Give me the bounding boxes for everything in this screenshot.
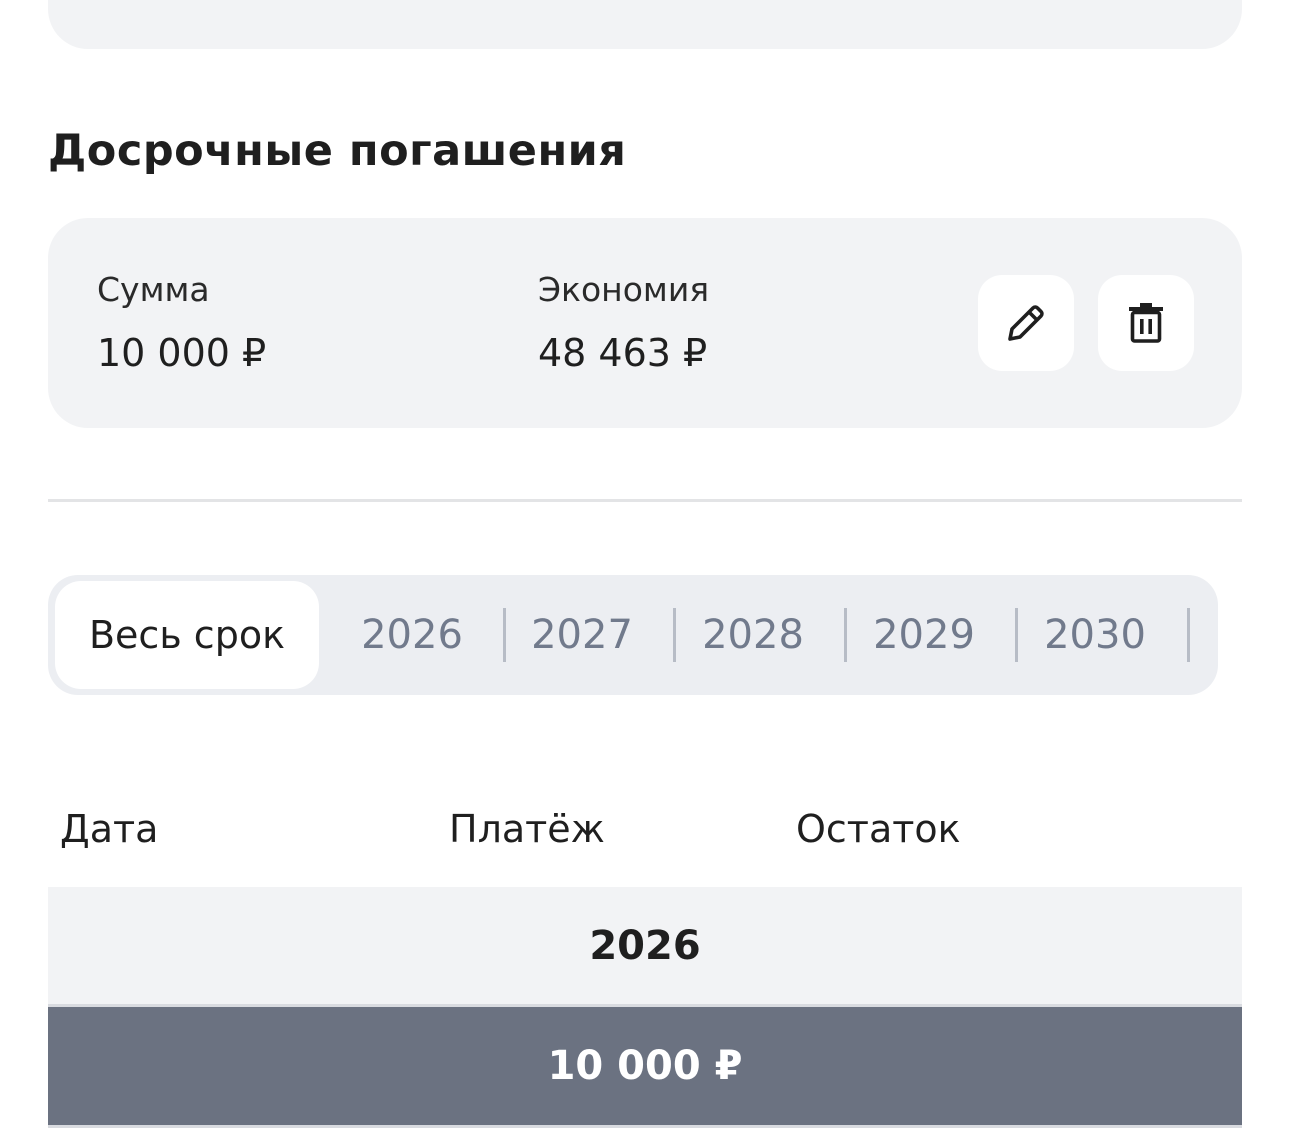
section-divider bbox=[48, 499, 1242, 502]
early-repayment-card: Сумма 10 000 ₽ Экономия 48 463 ₽ bbox=[48, 218, 1242, 428]
savings-label: Экономия bbox=[538, 270, 710, 309]
edit-button[interactable] bbox=[978, 275, 1074, 371]
tab-2026[interactable]: 2026 bbox=[327, 575, 497, 695]
row-divider bbox=[48, 1125, 1242, 1128]
tab-separator bbox=[1187, 608, 1190, 662]
column-header-payment: Платёж bbox=[449, 807, 605, 851]
savings-value: 48 463 ₽ bbox=[538, 331, 708, 375]
previous-card bbox=[48, 0, 1242, 49]
pencil-icon bbox=[1008, 305, 1044, 341]
tab-whole-term[interactable]: Весь срок bbox=[55, 581, 319, 689]
trash-icon bbox=[1129, 303, 1163, 343]
sum-label: Сумма bbox=[97, 270, 210, 309]
year-group-row: 2026 bbox=[48, 887, 1242, 1004]
tab-2029[interactable]: 2029 bbox=[839, 575, 1009, 695]
early-repayment-amount: 10 000 ₽ bbox=[547, 1043, 743, 1089]
tab-2027[interactable]: 2027 bbox=[497, 575, 667, 695]
tab-2028[interactable]: 2028 bbox=[668, 575, 838, 695]
column-header-date: Дата bbox=[60, 807, 159, 851]
tab-2030[interactable]: 2030 bbox=[1010, 575, 1180, 695]
column-header-balance: Остаток bbox=[796, 807, 961, 851]
early-repayment-row: 10 000 ₽ bbox=[48, 1007, 1242, 1125]
sum-value: 10 000 ₽ bbox=[97, 331, 267, 375]
year-group-label: 2026 bbox=[589, 922, 701, 969]
app-page: Досрочные погашения Сумма 10 000 ₽ Эконо… bbox=[0, 0, 1290, 1142]
period-tabs: Весь срок 2026 2027 2028 2029 2030 bbox=[48, 575, 1218, 695]
delete-button[interactable] bbox=[1098, 275, 1194, 371]
section-title: Досрочные погашения bbox=[48, 126, 627, 176]
